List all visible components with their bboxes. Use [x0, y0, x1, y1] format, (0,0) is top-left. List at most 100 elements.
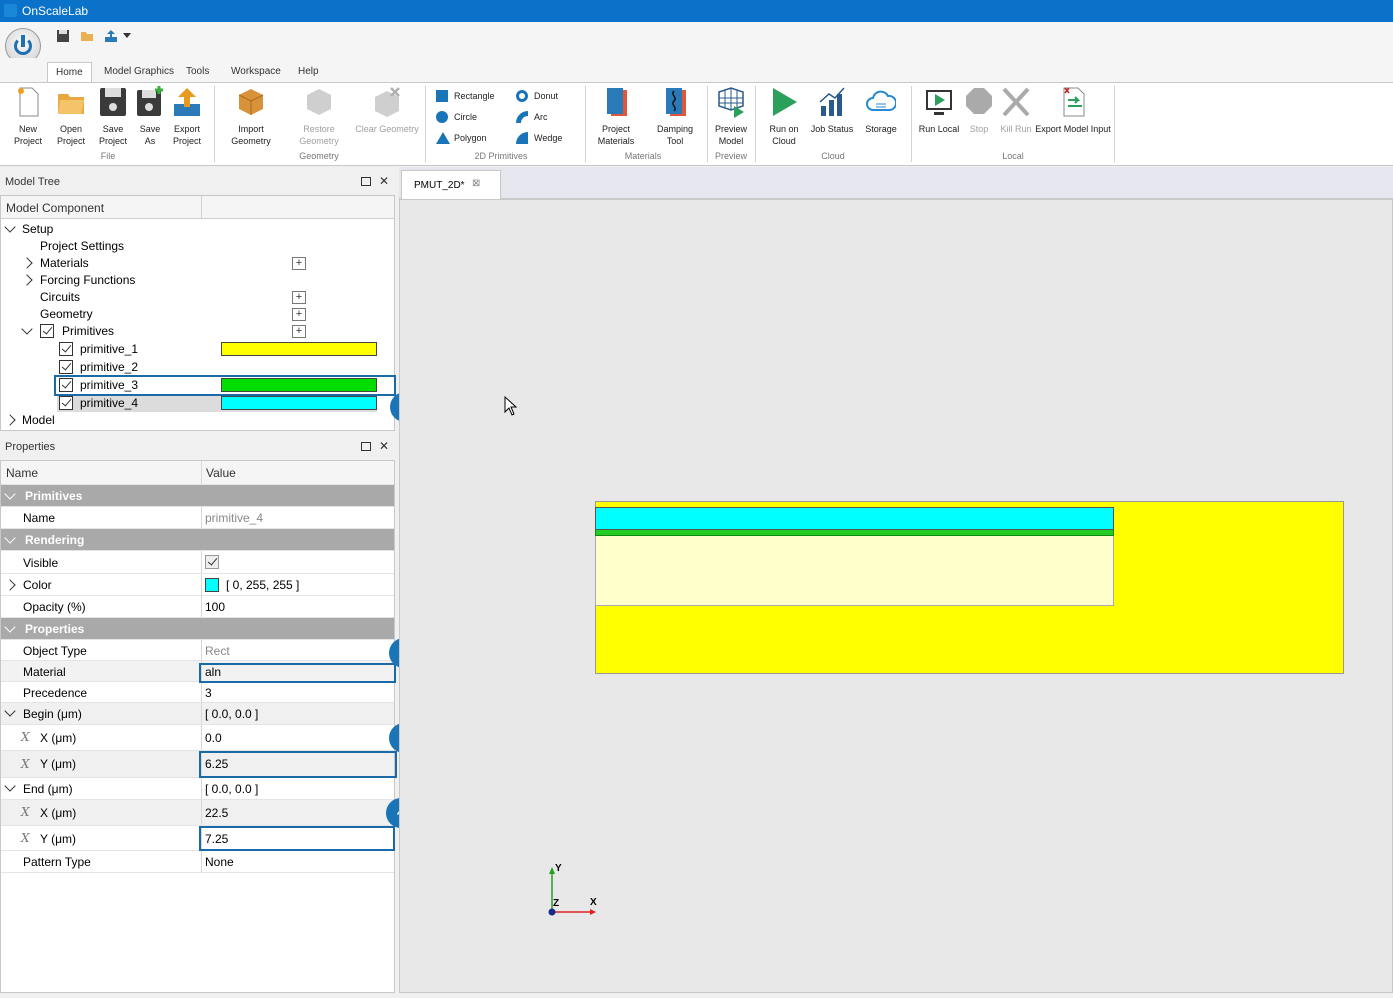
model-viewport[interactable]: Y Z X: [399, 199, 1393, 993]
run-local-button[interactable]: Run Local: [918, 86, 960, 135]
open-project-button[interactable]: Open Project: [51, 86, 91, 147]
add-primitive-button[interactable]: +: [292, 325, 306, 338]
tab-model-graphics[interactable]: Model Graphics: [96, 62, 182, 82]
pattern-type-value[interactable]: None: [205, 855, 234, 869]
close-icon[interactable]: ✕: [379, 174, 389, 188]
tab-tools[interactable]: Tools: [178, 62, 217, 82]
job-status-button[interactable]: Job Status: [808, 86, 856, 135]
column-divider: [201, 196, 202, 219]
property-end: End (μm) [ 0.0, 0.0 ]: [1, 778, 394, 800]
variable-x-icon: X: [21, 831, 30, 845]
export-project-button[interactable]: Export Project: [168, 86, 206, 147]
tree-item-materials[interactable]: Materials: [21, 255, 323, 272]
tree-item-circuits[interactable]: Circuits: [40, 289, 80, 306]
group-geometry-label: Geometry: [299, 151, 339, 161]
document-tab-pmut-2d[interactable]: PMUT_2D* ⊠: [401, 170, 501, 199]
primitive-4-color-swatch: [221, 396, 377, 410]
chevron-down-icon[interactable]: [4, 705, 16, 717]
primitive-4-shape[interactable]: [595, 507, 1114, 530]
export-icon: [174, 88, 200, 116]
chevron-down-icon[interactable]: [21, 323, 33, 335]
clear-box-icon: [375, 87, 400, 117]
color-value[interactable]: [ 0, 255, 255 ]: [226, 578, 299, 592]
color-swatch[interactable]: [205, 578, 219, 592]
precedence-value[interactable]: 3: [205, 686, 212, 700]
save-project-button[interactable]: Save Project: [93, 86, 133, 147]
end-x-value[interactable]: 22.5: [205, 806, 228, 820]
chevron-down-icon[interactable]: [4, 221, 16, 233]
primitive-2-shape[interactable]: [595, 535, 1114, 606]
restore-geometry-button[interactable]: Restore Geometry: [293, 86, 345, 147]
visible-checkbox[interactable]: [205, 555, 219, 569]
primitives-checkbox[interactable]: [40, 324, 54, 338]
tab-workspace[interactable]: Workspace: [223, 62, 289, 82]
chevron-right-icon[interactable]: [4, 579, 16, 591]
storage-button[interactable]: Storage: [860, 86, 902, 135]
tree-item-geometry[interactable]: Geometry: [40, 306, 93, 323]
tab-home[interactable]: Home: [47, 62, 92, 83]
rectangle-button[interactable]: Rectangle: [436, 88, 495, 104]
customize-dropdown-icon[interactable]: [123, 31, 131, 39]
tab-help[interactable]: Help: [290, 62, 327, 82]
stop-button[interactable]: Stop: [962, 86, 996, 135]
donut-button[interactable]: Donut: [516, 88, 558, 104]
chevron-right-icon[interactable]: [21, 274, 33, 286]
chevron-down-icon[interactable]: [4, 621, 16, 633]
play-icon: [773, 88, 797, 116]
project-materials-button[interactable]: Project Materials: [592, 86, 640, 147]
add-circuit-button[interactable]: +: [292, 291, 306, 304]
chevron-right-icon[interactable]: [21, 257, 33, 269]
axis-x-label: X: [590, 897, 597, 908]
float-panel-icon[interactable]: [360, 177, 371, 187]
property-begin-x: X X (μm) 0.0: [1, 725, 394, 751]
arc-button[interactable]: Arc: [516, 109, 548, 125]
category-properties[interactable]: Properties: [1, 618, 394, 640]
kill-run-button[interactable]: Kill Run: [998, 86, 1034, 135]
add-material-button[interactable]: +: [292, 257, 306, 270]
wedge-button[interactable]: Wedge: [516, 130, 562, 146]
circle-button[interactable]: Circle: [436, 109, 477, 125]
highlight-material: [199, 663, 396, 683]
import-geometry-button[interactable]: Import Geometry: [226, 86, 276, 147]
name-value[interactable]: primitive_4: [205, 511, 263, 525]
preview-model-button[interactable]: Preview Model: [710, 86, 752, 147]
chevron-right-icon[interactable]: [4, 414, 16, 426]
properties-column-header: Name Value: [1, 461, 394, 485]
tree-item-primitives[interactable]: Primitives: [21, 323, 223, 340]
clear-geometry-button[interactable]: Clear Geometry: [354, 86, 420, 135]
begin-x-value[interactable]: 0.0: [205, 731, 222, 745]
run-on-cloud-button[interactable]: Run on Cloud: [763, 86, 805, 147]
upload-icon[interactable]: [104, 29, 118, 43]
property-begin: Begin (μm) [ 0.0, 0.0 ]: [1, 703, 394, 725]
chevron-down-icon[interactable]: [4, 488, 16, 500]
primitive-1-checkbox[interactable]: [59, 342, 73, 356]
close-tab-icon[interactable]: ⊠: [472, 178, 480, 189]
damping-tool-button[interactable]: Damping Tool: [651, 86, 699, 147]
save-icon[interactable]: [56, 29, 70, 43]
column-name: Name: [6, 466, 39, 480]
chevron-down-icon[interactable]: [4, 780, 16, 792]
group-materials-label: Materials: [624, 151, 662, 161]
property-pattern-type: Pattern Type None: [1, 851, 394, 873]
folder-icon[interactable]: [80, 29, 94, 43]
primitive-3-shape[interactable]: [595, 529, 1114, 536]
chevron-down-icon[interactable]: [4, 532, 16, 544]
primitive-2-checkbox[interactable]: [59, 360, 73, 374]
tree-item-project-settings[interactable]: Project Settings: [40, 238, 124, 255]
float-panel-icon[interactable]: [360, 442, 371, 452]
export-model-input-button[interactable]: Export Model Input: [1034, 86, 1112, 135]
group-separator: [755, 86, 756, 162]
new-project-button[interactable]: New Project: [8, 86, 48, 147]
add-geometry-button[interactable]: +: [292, 308, 306, 321]
tree-item-primitive-2[interactable]: primitive_2: [59, 359, 379, 376]
primitive-4-checkbox[interactable]: [59, 396, 73, 410]
polygon-button[interactable]: Polygon: [436, 130, 487, 146]
preview-grid-icon: [718, 87, 744, 118]
category-rendering[interactable]: Rendering: [1, 529, 394, 551]
model-tree-column-header: Model Component: [1, 196, 394, 219]
save-as-button[interactable]: Save As: [132, 86, 168, 147]
column-model-component: Model Component: [6, 201, 105, 215]
close-icon[interactable]: ✕: [379, 439, 389, 453]
opacity-value[interactable]: 100: [205, 600, 225, 614]
category-primitives[interactable]: Primitives: [1, 485, 394, 507]
